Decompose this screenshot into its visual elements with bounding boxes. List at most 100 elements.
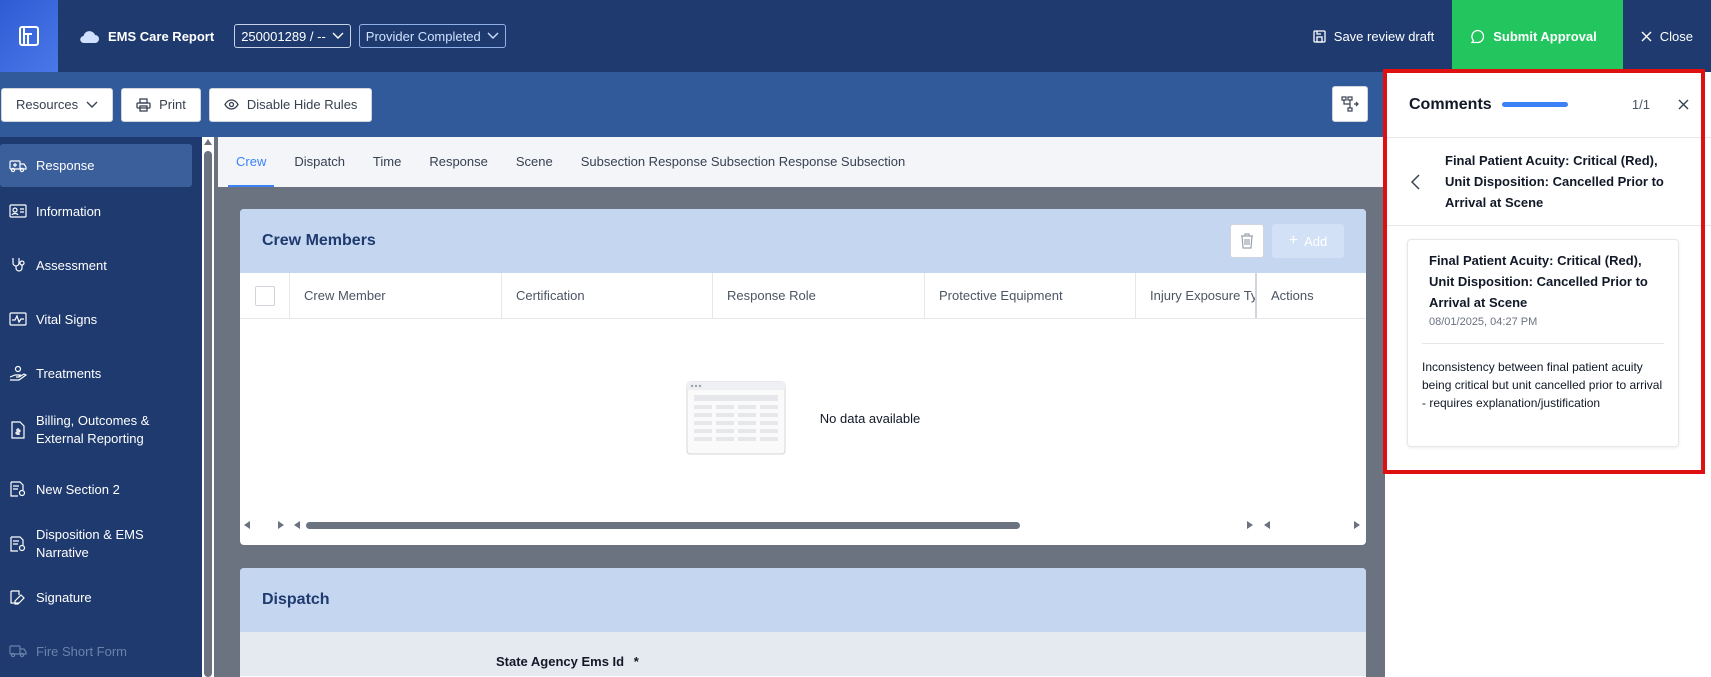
- add-crew-button[interactable]: + Add: [1272, 224, 1344, 258]
- tab-response[interactable]: Response: [421, 137, 496, 187]
- comment-card-title-line: Final Patient Acuity: Critical (Red),: [1429, 253, 1642, 268]
- column-header-injury-exposure[interactable]: Injury Exposure Ty: [1136, 273, 1257, 318]
- chevron-down-icon: [332, 32, 344, 39]
- scroll-right-arrow-icon[interactable]: [278, 521, 284, 529]
- scroll-left-arrow-icon[interactable]: [244, 521, 250, 529]
- crew-members-title: Crew Members: [262, 232, 376, 249]
- scroll-left-arrow-icon[interactable]: [1264, 521, 1270, 529]
- tab-time[interactable]: Time: [365, 137, 409, 187]
- empty-table-icon: [686, 381, 786, 455]
- save-review-draft-label: Save review draft: [1333, 28, 1435, 44]
- empty-state-text: No data available: [819, 410, 921, 426]
- crew-grid-empty-state: No data available: [240, 319, 1366, 517]
- tab-crew[interactable]: Crew: [228, 137, 275, 187]
- submit-approval-label: Submit Approval: [1493, 28, 1597, 44]
- dispatch-header: Dispatch: [240, 568, 1366, 632]
- print-button[interactable]: Print: [121, 87, 201, 122]
- sidebar-item-new-section-2[interactable]: New Section 2: [0, 467, 192, 511]
- save-review-draft-button[interactable]: Save review draft: [1295, 0, 1452, 72]
- delete-button[interactable]: [1230, 224, 1264, 258]
- comments-panel: Comments 1/1 Final Patient Acuity: Criti…: [1385, 72, 1711, 677]
- sidebar-item-label-line2: Narrative: [36, 545, 89, 560]
- signature-icon: [0, 589, 36, 605]
- invoice-icon: [0, 421, 36, 439]
- back-button[interactable]: [1385, 173, 1445, 190]
- disable-hide-rules-label: Disable Hide Rules: [246, 97, 358, 112]
- record-select[interactable]: 250001289 / --: [234, 24, 351, 48]
- sidebar-item-label: Signature: [36, 589, 92, 605]
- sidebar-item-fire-short-form[interactable]: Fire Short Form: [0, 629, 192, 673]
- sidebar-item-assessment[interactable]: Assessment: [0, 243, 192, 287]
- divider: [1422, 343, 1664, 344]
- sidebar-item-label: Information: [36, 203, 102, 219]
- add-label: Add: [1304, 233, 1328, 249]
- id-card-icon: [0, 204, 36, 218]
- sidebar-item-label: Billing, Outcomes & External Reporting: [36, 412, 149, 448]
- sidebar-item-label: Response: [36, 158, 95, 173]
- app-logo[interactable]: [0, 0, 58, 72]
- crew-grid-horizontal-scrollbar[interactable]: [240, 517, 1366, 533]
- resources-dropdown[interactable]: Resources: [1, 87, 114, 122]
- hand-care-icon: [0, 365, 36, 381]
- sidebar-item-vital-signs[interactable]: Vital Signs: [0, 297, 192, 341]
- sidebar-scroll-thumb[interactable]: [204, 151, 212, 677]
- sidebar-scrollbar[interactable]: [202, 137, 214, 677]
- column-header-protective-equipment[interactable]: Protective Equipment: [925, 273, 1136, 318]
- truck-icon: [0, 644, 36, 658]
- comments-count: 1/1: [1631, 97, 1650, 112]
- sidebar-item-disposition[interactable]: Disposition & EMS Narrative: [0, 519, 192, 569]
- section-tabs: Crew Dispatch Time Response Scene Subsec…: [218, 137, 1385, 187]
- scroll-left-arrow-icon[interactable]: [294, 521, 300, 529]
- sidebar-item-label: Vital Signs: [36, 311, 98, 327]
- column-header-certification[interactable]: Certification: [502, 273, 713, 318]
- crew-members-card: Crew Members + Add Crew Member Certifica…: [240, 209, 1366, 545]
- header-actions: Save review draft Submit Approval Close: [1295, 0, 1711, 72]
- comment-card[interactable]: Final Patient Acuity: Critical (Red), Un…: [1407, 239, 1679, 447]
- close-label: Close: [1659, 28, 1693, 44]
- submit-approval-button[interactable]: Submit Approval: [1452, 0, 1623, 72]
- sidebar-item-label-line1: Billing, Outcomes &: [36, 413, 150, 428]
- record-select-value: 250001289 / --: [241, 28, 326, 44]
- stethoscope-icon: [0, 257, 36, 273]
- sidebar-item-billing-outcomes[interactable]: Billing, Outcomes & External Reporting: [0, 405, 192, 455]
- select-all-checkbox[interactable]: [254, 285, 275, 306]
- printer-icon: [136, 97, 151, 112]
- column-header-actions[interactable]: Actions: [1257, 273, 1366, 318]
- tab-dispatch[interactable]: Dispatch: [286, 137, 353, 187]
- sidebar-item-information[interactable]: Information: [0, 189, 192, 233]
- dispatch-body: State Agency Ems Id *: [240, 632, 1366, 676]
- comment-subject-line: Final Patient Acuity: Critical (Red),: [1445, 153, 1658, 168]
- select-all-cell: [240, 273, 290, 318]
- status-select-value: Provider Completed: [365, 28, 481, 44]
- sidebar-item-label: Assessment: [36, 257, 107, 273]
- sidebar: Response Information Assessment Vital Si…: [0, 137, 202, 677]
- column-header-crew-member[interactable]: Crew Member: [290, 273, 502, 318]
- horizontal-scroll-thumb[interactable]: [306, 522, 1020, 529]
- tree-structure-button[interactable]: [1332, 86, 1368, 122]
- close-button[interactable]: Close: [1623, 0, 1711, 72]
- disable-hide-rules-button[interactable]: Disable Hide Rules: [208, 87, 373, 122]
- status-select[interactable]: Provider Completed: [358, 24, 506, 48]
- close-icon[interactable]: [1678, 99, 1689, 110]
- sidebar-item-response[interactable]: Response: [0, 144, 192, 187]
- dispatch-title: Dispatch: [262, 591, 330, 608]
- column-header-response-role[interactable]: Response Role: [713, 273, 925, 318]
- comment-card-title: Final Patient Acuity: Critical (Red), Un…: [1429, 250, 1659, 313]
- scroll-up-arrow-icon[interactable]: [204, 139, 212, 145]
- sidebar-item-label: Fire Short Form: [36, 643, 128, 659]
- plus-icon: +: [1288, 232, 1299, 249]
- sidebar-item-treatments[interactable]: Treatments: [0, 351, 192, 395]
- app-title: EMS Care Report: [78, 28, 214, 44]
- scroll-right-arrow-icon[interactable]: [1354, 521, 1360, 529]
- tree-structure-icon: [1341, 96, 1359, 112]
- state-agency-ems-id-label: State Agency Ems Id *: [496, 654, 639, 669]
- app-logo-icon: [19, 26, 39, 46]
- scroll-right-arrow-icon[interactable]: [1247, 521, 1253, 529]
- comment-card-title-line: Arrival at Scene: [1429, 295, 1528, 310]
- cloud-icon: [80, 31, 99, 44]
- tab-scene[interactable]: Scene: [508, 137, 561, 187]
- document-icon: [0, 536, 36, 552]
- crew-members-header: Crew Members + Add: [240, 209, 1366, 273]
- sidebar-item-signature[interactable]: Signature: [0, 575, 192, 619]
- tab-subsection-response[interactable]: Subsection Response Subsection Response …: [573, 137, 914, 187]
